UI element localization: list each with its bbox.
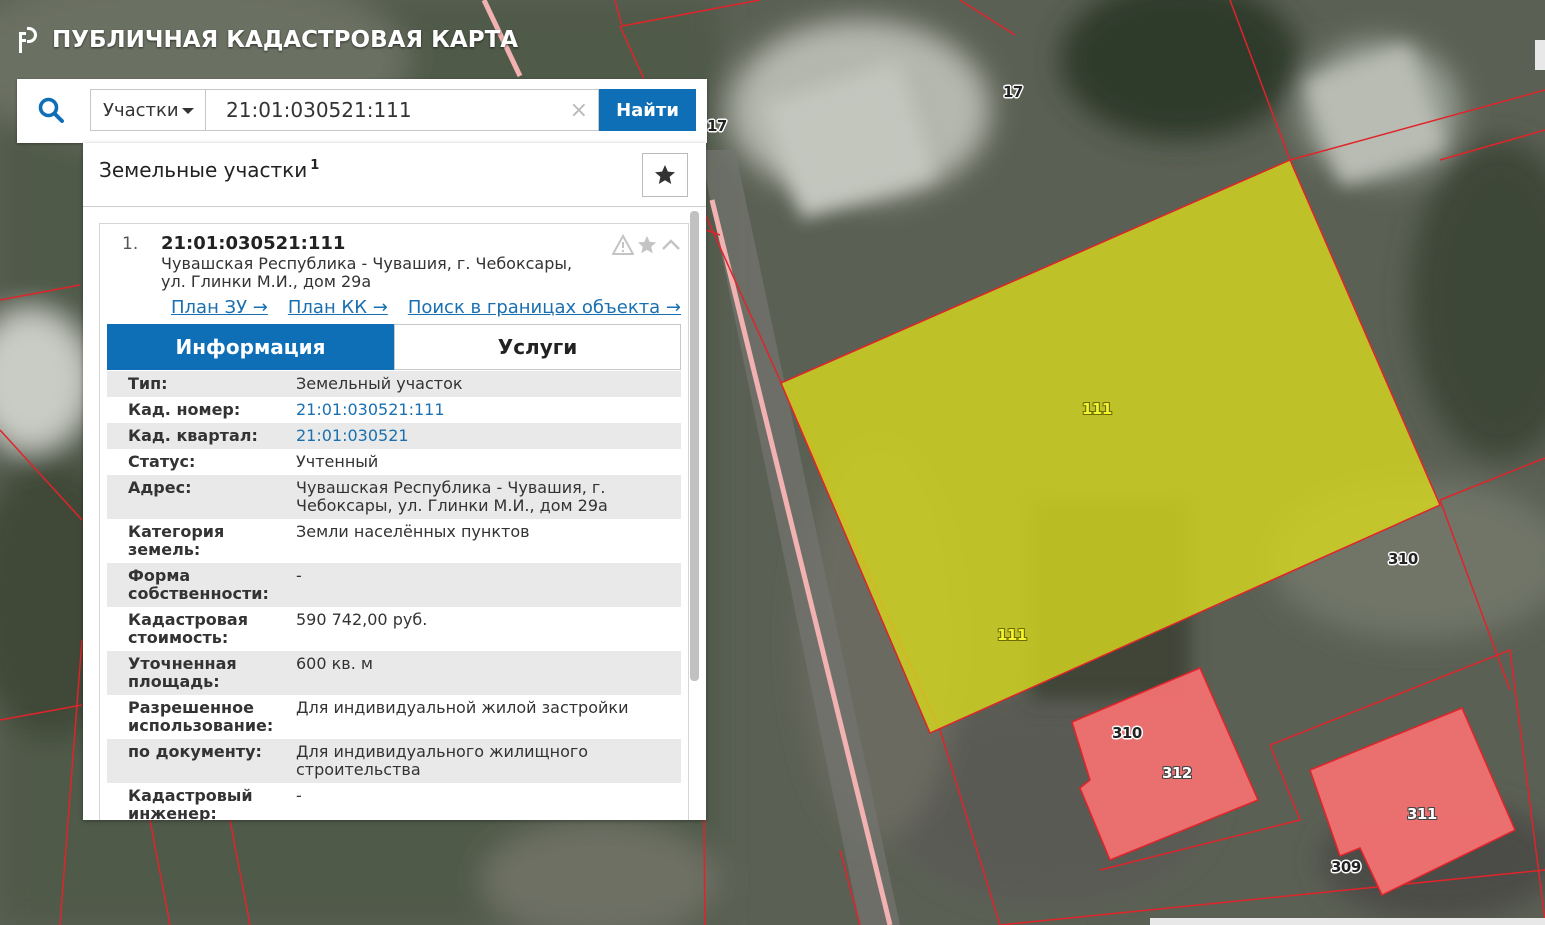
info-row-value: Для индивидуальной жилой застройки [296,698,629,717]
info-row: Уточненная площадь: 600 кв. м [107,651,681,695]
info-row: Тип: Земельный участок [107,371,681,397]
info-row-value: 590 742,00 руб. [296,610,428,629]
info-row-value: Земельный участок [296,374,463,393]
info-row-value-link[interactable]: 21:01:030521 [296,427,681,445]
map-label-building: 311 [1407,805,1437,823]
info-row-label: Кад. квартал: [128,426,258,445]
star-icon[interactable] [636,234,658,256]
info-row-value: Учтенный [296,452,379,471]
result-cad-number[interactable]: 21:01:030521:111 [161,233,345,254]
search-input-value: 21:01:030521:111 [226,98,412,122]
tab-services[interactable]: Услуги [394,324,681,370]
clear-search-icon[interactable]: × [570,98,588,123]
info-row-value: - [296,786,302,805]
info-row: Форма собственности: - [107,563,681,607]
map-label-parcel: 17 [1003,83,1023,101]
results-title-text: Земельные участки [99,158,308,182]
map-label-building: 312 [1162,764,1192,782]
info-row-value-link[interactable]: 21:01:030521:111 [296,401,681,419]
info-row: Разрешенное использование: Для индивидуал… [107,695,681,739]
info-row: Кад. номер: 21:01:030521:111 [107,397,681,423]
result-index: 1. [122,234,139,254]
app-header: ПУБЛИЧНАЯ КАДАСТРОВАЯ КАРТА [18,26,518,54]
find-button[interactable]: Найти [599,89,696,131]
result-actions [612,234,682,256]
results-panel: Земельные участки 1 1. 21:01:030521:111 Ч… [83,143,706,820]
map-label-parcel: 309 [1331,858,1361,876]
app-title: ПУБЛИЧНАЯ КАДАСТРОВАЯ КАРТА [52,27,519,53]
info-row-label: Тип: [128,374,168,393]
result-address: Чувашская Республика - Чувашия, г. Чебок… [161,254,573,291]
result-tabs: Информация Услуги [107,324,681,370]
info-row-label: Разрешенное использование: [128,698,274,735]
star-icon [655,165,675,184]
info-row-label: Статус: [128,452,196,471]
info-row-label: Уточненная площадь: [128,654,237,691]
info-row-label: Категория земель: [128,522,225,559]
panel-divider [83,206,706,207]
map-label-selected-parcel: 111 [1082,400,1112,418]
info-row-label: Форма собственности: [128,566,269,603]
info-row: Категория земель: Земли населённых пункто… [107,519,681,563]
info-table: Тип: Земельный участок Кад. номер: 21:01:03… [107,371,681,820]
search-type-value: Участки [103,99,179,121]
search-in-bounds-link[interactable]: Поиск в границах объекта → [408,297,681,318]
info-row: Статус: Учтенный [107,449,681,475]
result-links: План ЗУ → План КК → Поиск в границах объ… [171,297,681,318]
info-row: Кадастровый инженер: - [107,783,681,821]
favorites-button[interactable] [642,153,688,197]
map-label-building: 310 [1112,724,1142,742]
search-icon[interactable] [37,96,65,124]
plan-zu-link[interactable]: План ЗУ → [171,297,268,318]
chevron-up-icon[interactable] [660,234,682,256]
map-label-selected-parcel: 111 [997,626,1027,644]
panel-scrollbar[interactable] [690,211,699,681]
search-input[interactable]: 21:01:030521:111 × [206,89,599,131]
result-card: 1. 21:01:030521:111 Чувашская Республика… [99,223,689,820]
info-row-value: Земли населённых пунктов [296,522,530,541]
info-row-value: 600 кв. м [296,654,373,673]
info-row-label: Адрес: [128,478,192,497]
tab-info[interactable]: Информация [107,324,394,370]
map-label-parcel: 310 [1388,550,1418,568]
info-row: Кадастровая стоимость: 590 742,00 руб. [107,607,681,651]
search-bar: Участки 21:01:030521:111 × Найти [17,79,707,143]
info-row-label: Кад. номер: [128,400,241,419]
info-row-value: Чувашская Республика - Чувашия, г. Чебок… [296,478,608,515]
info-row-value: - [296,566,302,585]
results-title: Земельные участки 1 [99,158,319,182]
search-type-select[interactable]: Участки [90,89,206,131]
map-label-parcel: 17 [707,117,727,135]
plan-kk-link[interactable]: План КК → [288,297,388,318]
results-count: 1 [310,158,320,174]
warning-icon[interactable] [612,234,634,256]
info-row-label: Кадастровая стоимость: [128,610,248,647]
rosreestr-logo-icon [19,27,37,53]
info-row: Адрес: Чувашская Республика - Чувашия, г.… [107,475,681,519]
info-row: Кад. квартал: 21:01:030521 [107,423,681,449]
info-row-label: Кадастровый инженер: [128,786,253,821]
info-row-label: по документу: [128,742,262,761]
info-row-value: Для индивидуального жилищного строительс… [296,742,589,779]
info-row: по документу: Для индивидуального жилищно… [107,739,681,783]
chevron-down-icon [182,108,194,114]
